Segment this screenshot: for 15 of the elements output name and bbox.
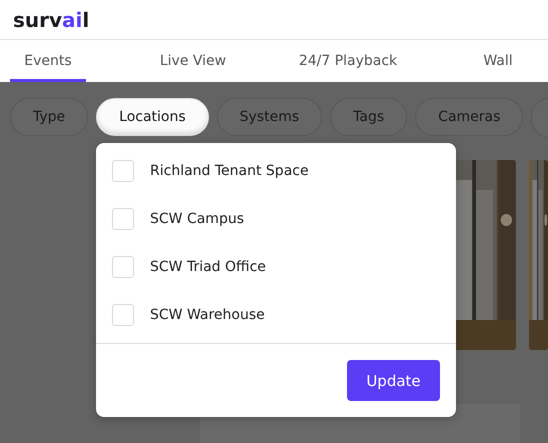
- location-option[interactable]: Richland Tenant Space: [150, 163, 309, 179]
- location-option[interactable]: SCW Warehouse: [150, 307, 265, 323]
- nav-tab[interactable]: Wall: [468, 40, 528, 82]
- checkbox[interactable]: [112, 256, 134, 278]
- nav-tab[interactable]: Events: [10, 40, 86, 82]
- filter-chip[interactable]: Locations: [96, 98, 209, 136]
- checkbox[interactable]: [112, 160, 134, 182]
- location-option[interactable]: SCW Triad Office: [150, 259, 266, 275]
- logo: survail: [13, 10, 90, 30]
- update-button[interactable]: Update: [347, 360, 440, 401]
- checkbox[interactable]: [112, 304, 134, 326]
- nav-tab[interactable]: 24/7 Playback: [288, 40, 408, 82]
- nav-tab[interactable]: Live View: [138, 40, 248, 82]
- checkbox[interactable]: [112, 208, 134, 230]
- location-option[interactable]: SCW Campus: [150, 211, 244, 227]
